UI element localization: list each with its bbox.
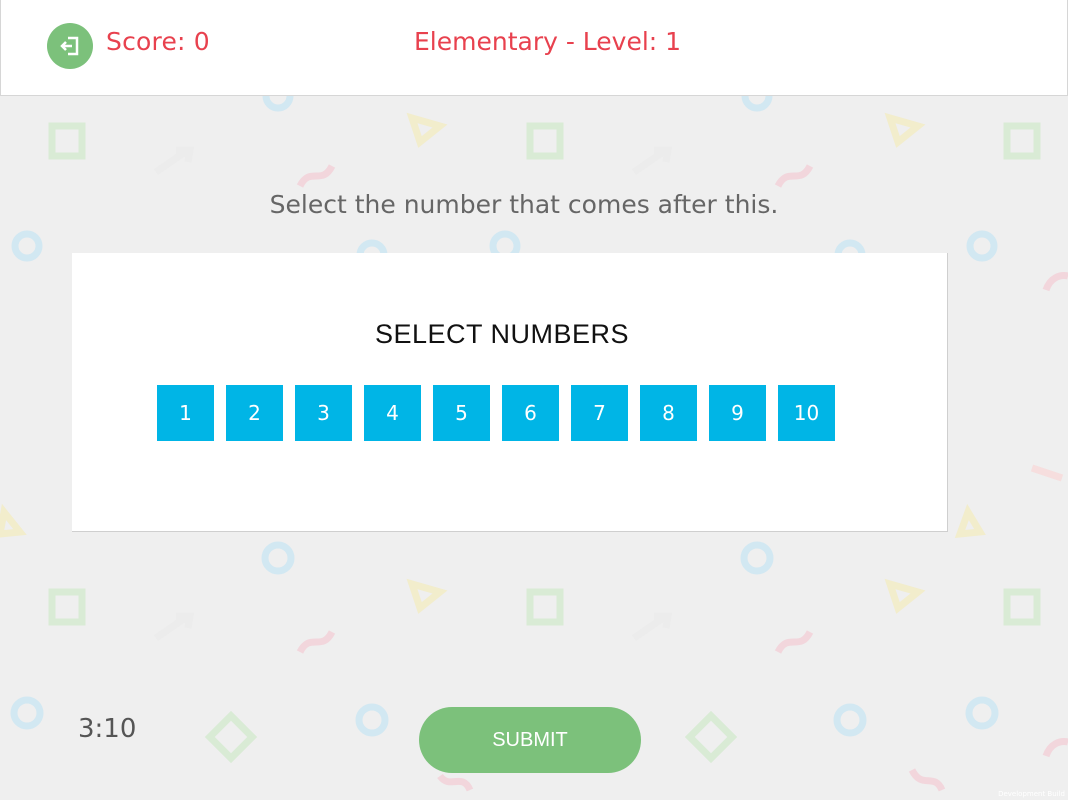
score-label: Score: 0 [106, 27, 210, 56]
number-option[interactable]: 1 [157, 385, 214, 441]
number-option[interactable]: 3 [295, 385, 352, 441]
exit-icon [60, 36, 79, 56]
number-option[interactable]: 8 [640, 385, 697, 441]
number-option[interactable]: 10 [778, 385, 835, 441]
number-option[interactable]: 7 [571, 385, 628, 441]
question-card: SELECT NUMBERS 1 2 3 4 5 6 7 8 9 10 [72, 253, 948, 532]
top-bar: Score: 0 Elementary - Level: 1 [0, 0, 1068, 96]
number-option[interactable]: 9 [709, 385, 766, 441]
submit-button[interactable]: SUBMIT [419, 707, 641, 773]
build-watermark: Development Build [998, 790, 1065, 798]
exit-button[interactable] [47, 23, 93, 69]
question-instruction: Select the number that comes after this. [269, 190, 779, 219]
card-title: SELECT NUMBERS [374, 319, 630, 349]
countdown-timer: 3:10 [78, 714, 137, 744]
level-label: Elementary - Level: 1 [414, 27, 682, 56]
number-option[interactable]: 4 [364, 385, 421, 441]
number-option[interactable]: 5 [433, 385, 490, 441]
number-option[interactable]: 6 [502, 385, 559, 441]
number-option[interactable]: 2 [226, 385, 283, 441]
